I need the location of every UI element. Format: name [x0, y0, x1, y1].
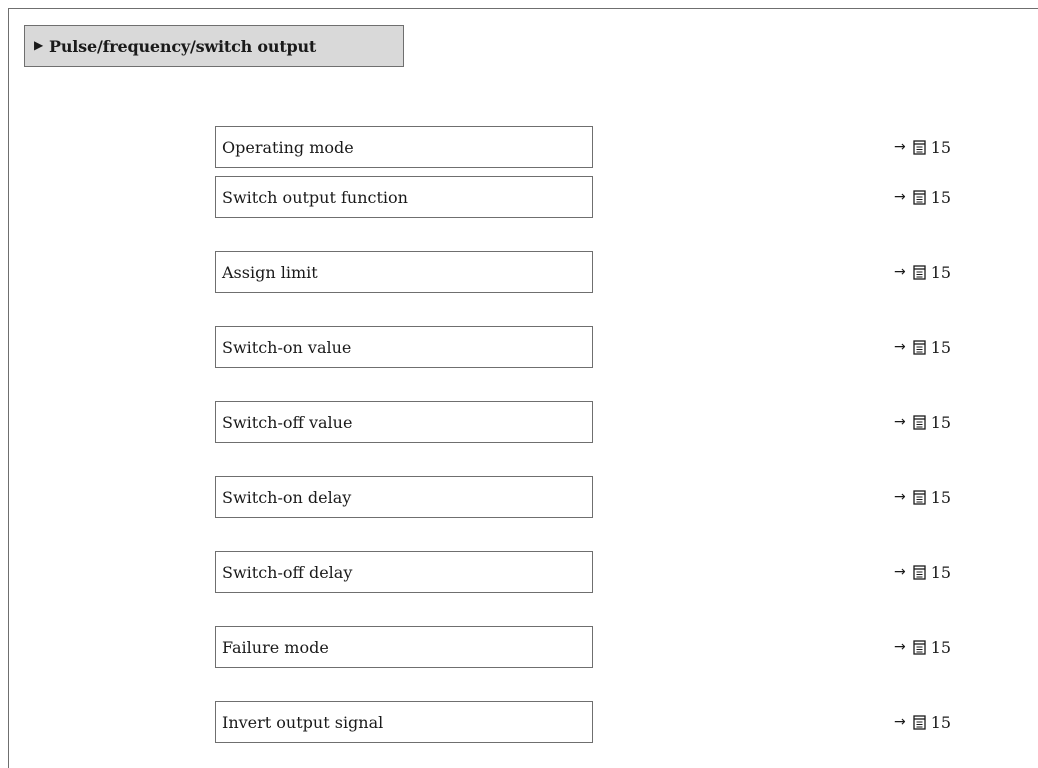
parameter-row-operating-mode: Operating mode → 15 — [215, 126, 995, 168]
book-icon — [913, 714, 926, 730]
parameter-row-switch-output-function: Switch output function → 15 — [215, 176, 995, 218]
parameter-row-invert-output-signal: Invert output signal → 15 — [215, 701, 995, 743]
right-arrow-icon: → — [894, 414, 906, 430]
parameter-label: Switch-on delay — [222, 487, 352, 507]
page-reference[interactable]: → 15 — [894, 551, 951, 593]
parameter-list: Operating mode → 15 Switch output functi… — [0, 0, 1038, 753]
page-number: 15 — [930, 337, 952, 357]
page-number: 15 — [930, 487, 952, 507]
right-arrow-icon: → — [894, 489, 906, 505]
page-reference[interactable]: → 15 — [894, 626, 951, 668]
parameter-label: Switch-on value — [222, 337, 352, 357]
right-arrow-icon: → — [894, 564, 906, 580]
parameter-label: Switch-off value — [222, 412, 353, 432]
parameter-box[interactable]: Switch-on value — [215, 326, 593, 368]
parameter-box[interactable]: Invert output signal — [215, 701, 593, 743]
page-number: 15 — [930, 562, 952, 582]
book-icon — [913, 489, 926, 505]
page-number: 15 — [930, 262, 952, 282]
right-arrow-icon: → — [894, 264, 906, 280]
parameter-box[interactable]: Assign limit — [215, 251, 593, 293]
book-icon — [913, 564, 926, 580]
parameter-label: Invert output signal — [222, 712, 384, 732]
page-reference[interactable]: → 15 — [894, 401, 951, 443]
book-icon — [913, 414, 926, 430]
page-number: 15 — [930, 412, 952, 432]
parameter-label: Switch-off delay — [222, 562, 353, 582]
parameter-box[interactable]: Switch-off delay — [215, 551, 593, 593]
page-number: 15 — [930, 637, 952, 657]
parameter-label: Failure mode — [222, 637, 329, 657]
parameter-label: Assign limit — [222, 262, 318, 282]
right-arrow-icon: → — [894, 714, 906, 730]
parameter-label: Operating mode — [222, 137, 354, 157]
right-arrow-icon: → — [894, 339, 906, 355]
right-arrow-icon: → — [894, 189, 906, 205]
page-reference[interactable]: → 15 — [894, 176, 951, 218]
parameter-box[interactable]: Operating mode — [215, 126, 593, 168]
book-icon — [913, 139, 926, 155]
parameter-row-switch-on-delay: Switch-on delay → 15 — [215, 476, 995, 518]
right-arrow-icon: → — [894, 639, 906, 655]
book-icon — [913, 639, 926, 655]
parameter-box[interactable]: Switch-on delay — [215, 476, 593, 518]
parameter-row-switch-on-value: Switch-on value → 15 — [215, 326, 995, 368]
parameter-row-failure-mode: Failure mode → 15 — [215, 626, 995, 668]
parameter-row-assign-limit: Assign limit → 15 — [215, 251, 995, 293]
page-number: 15 — [930, 187, 952, 207]
parameter-row-switch-off-value: Switch-off value → 15 — [215, 401, 995, 443]
parameter-box[interactable]: Switch output function — [215, 176, 593, 218]
page-number: 15 — [930, 712, 952, 732]
book-icon — [913, 189, 926, 205]
page-number: 15 — [930, 137, 952, 157]
parameter-box[interactable]: Failure mode — [215, 626, 593, 668]
parameter-row-switch-off-delay: Switch-off delay → 15 — [215, 551, 995, 593]
page-reference[interactable]: → 15 — [894, 476, 951, 518]
parameter-label: Switch output function — [222, 187, 408, 207]
page-reference[interactable]: → 15 — [894, 251, 951, 293]
book-icon — [913, 339, 926, 355]
right-arrow-icon: → — [894, 139, 906, 155]
page-reference[interactable]: → 15 — [894, 126, 951, 168]
parameter-box[interactable]: Switch-off value — [215, 401, 593, 443]
book-icon — [913, 264, 926, 280]
page-reference[interactable]: → 15 — [894, 326, 951, 368]
page-reference[interactable]: → 15 — [894, 701, 951, 743]
